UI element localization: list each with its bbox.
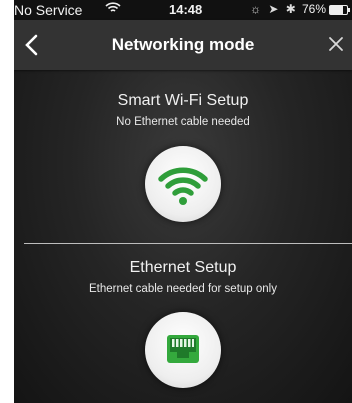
- close-icon[interactable]: [328, 35, 344, 53]
- ethernet-subtitle: Ethernet cable needed for setup only: [89, 283, 277, 295]
- navigation-bar: Networking mode: [14, 20, 352, 70]
- battery-icon: [329, 5, 348, 15]
- status-bar: No Service 14:48 ☼ ➤ ✱ 76%: [14, 0, 352, 20]
- smart-wifi-title: Smart Wi-Fi Setup: [117, 92, 249, 109]
- battery-percent: 76%: [302, 2, 327, 16]
- smart-wifi-button[interactable]: [145, 146, 221, 222]
- battery-cap: [348, 8, 350, 12]
- status-icons: ☼ ➤ ✱: [250, 2, 298, 16]
- page-title: Networking mode: [111, 35, 255, 54]
- ethernet-port-icon: [167, 335, 199, 363]
- smart-wifi-subtitle: No Ethernet cable needed: [116, 116, 250, 128]
- ethernet-title: Ethernet Setup: [129, 259, 237, 276]
- wifi-icon: [158, 167, 208, 205]
- smart-wifi-option[interactable]: Smart Wi-Fi Setup No Ethernet cable need…: [14, 92, 352, 128]
- ethernet-button[interactable]: [145, 312, 221, 388]
- wifi-signal-icon: [105, 2, 121, 12]
- ethernet-option[interactable]: Ethernet Setup Ethernet cable needed for…: [14, 259, 352, 295]
- options-divider: [24, 243, 352, 244]
- carrier-label: No Service: [14, 2, 83, 18]
- app-screen: No Service 14:48 ☼ ➤ ✱ 76% Networking mo…: [14, 0, 352, 403]
- clock: 14:48: [169, 2, 203, 17]
